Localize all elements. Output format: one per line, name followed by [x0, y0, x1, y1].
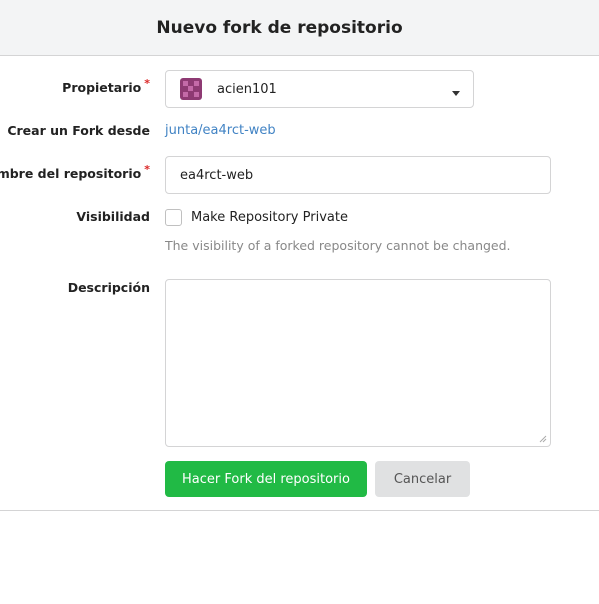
description-textarea[interactable]: [165, 279, 551, 447]
fork-submit-button[interactable]: Hacer Fork del repositorio: [165, 461, 367, 497]
private-checkbox-label[interactable]: Make Repository Private: [191, 210, 348, 225]
fork-from-label: Crear un Fork desde: [7, 123, 150, 138]
owner-label: Propietario *: [62, 77, 150, 95]
chevron-down-icon: [452, 91, 460, 96]
visibility-help-text: The visibility of a forked repository ca…: [165, 238, 511, 253]
visibility-label: Visibilidad: [76, 209, 150, 224]
cancel-button[interactable]: Cancelar: [375, 461, 470, 497]
user-avatar-icon: [180, 78, 202, 100]
required-mark: *: [144, 77, 150, 90]
description-label: Descripción: [67, 280, 150, 295]
page-title: Nuevo fork de repositorio: [156, 17, 403, 38]
private-checkbox-row[interactable]: Make Repository Private: [165, 209, 348, 226]
repo-name-input[interactable]: [165, 156, 551, 194]
form-bottom-divider: [0, 510, 599, 511]
owner-dropdown[interactable]: acien101: [165, 70, 474, 108]
private-checkbox[interactable]: [165, 209, 182, 226]
resize-grip-icon[interactable]: [539, 435, 547, 443]
repo-name-label: Nombre del repositorio*: [0, 163, 150, 181]
owner-value: acien101: [217, 81, 277, 97]
required-mark: *: [144, 163, 150, 176]
fork-source-link[interactable]: junta/ea4rct-web: [165, 123, 276, 138]
form-header: Nuevo fork de repositorio: [0, 0, 599, 56]
